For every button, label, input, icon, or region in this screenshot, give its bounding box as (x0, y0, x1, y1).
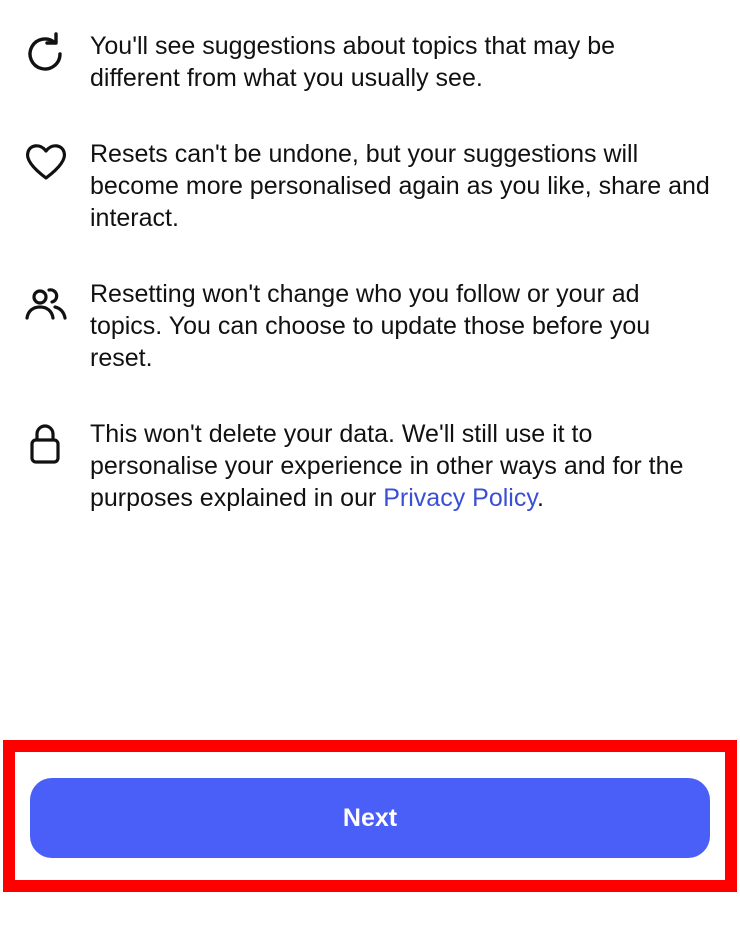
people-icon (22, 280, 70, 328)
refresh-icon (22, 30, 70, 78)
info-text-refresh: You'll see suggestions about topics that… (90, 32, 616, 92)
info-text-people: Resetting won't change who you follow or… (90, 280, 651, 372)
info-text-lock: This won't delete your data. We'll still… (90, 418, 710, 514)
heart-icon (22, 138, 70, 186)
next-button[interactable]: Next (30, 778, 710, 858)
lock-icon (22, 420, 70, 468)
info-text-heart: Resets can't be undone, but your suggest… (90, 140, 710, 232)
info-text-lock-suffix: . (537, 484, 544, 512)
privacy-policy-link[interactable]: Privacy Policy (383, 484, 537, 512)
